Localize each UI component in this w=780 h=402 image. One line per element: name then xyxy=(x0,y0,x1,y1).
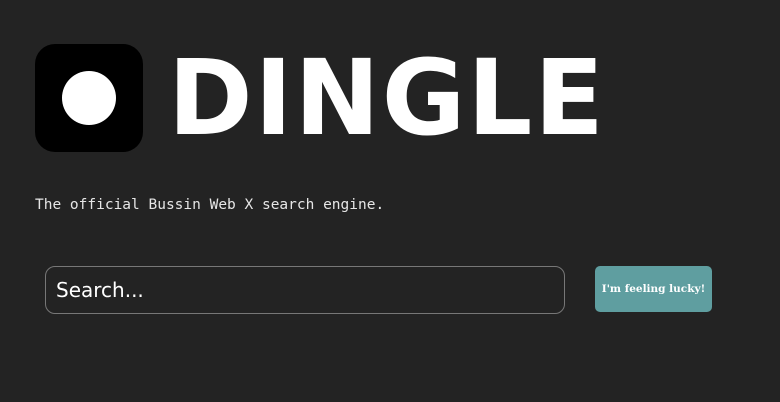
search-input[interactable] xyxy=(45,266,565,314)
dingle-logo-icon xyxy=(35,44,143,152)
logo-dot xyxy=(62,71,116,125)
tagline: The official Bussin Web X search engine. xyxy=(35,197,385,213)
header: DINGLE xyxy=(35,40,604,156)
site-title: DINGLE xyxy=(168,37,606,159)
feeling-lucky-button[interactable]: I'm feeling lucky! xyxy=(595,266,712,312)
